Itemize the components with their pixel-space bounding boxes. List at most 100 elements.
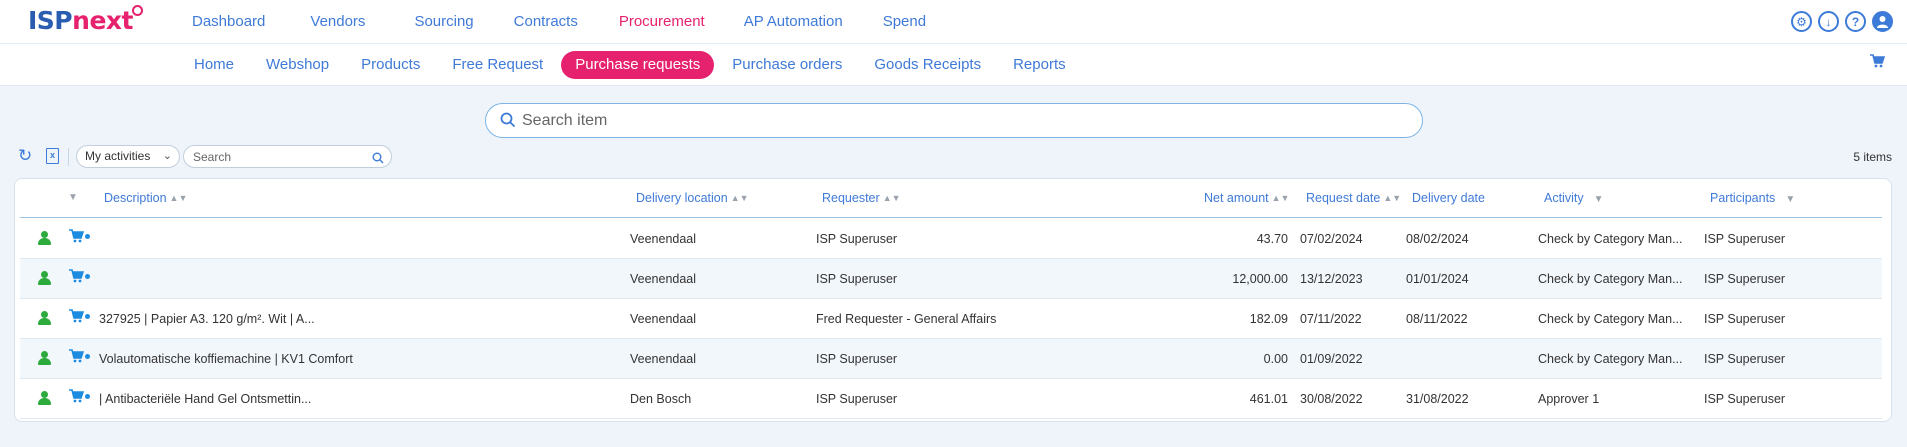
cell-participants: ISP Superuser: [1704, 392, 1786, 406]
subnav-purchase-requests[interactable]: Purchase requests: [561, 51, 715, 79]
cell-net-amount: 182.09: [1249, 312, 1288, 326]
subnav-home[interactable]: Home: [178, 51, 250, 79]
col-request-date-label: Request date: [1306, 191, 1381, 205]
filter-icon[interactable]: ▼: [1594, 194, 1604, 205]
table-row[interactable]: Veenendaal ISP Superuser 12,000.00 13/12/20…: [20, 259, 1882, 299]
ispnext-logo[interactable]: ISPnext: [28, 5, 143, 40]
excel-export-icon[interactable]: x: [46, 148, 59, 164]
requester-status-icon: [38, 391, 51, 405]
cell-delivery-date: 31/08/2022: [1406, 392, 1469, 406]
search-icon[interactable]: [372, 151, 384, 169]
cell-activity: Check by Category Man...: [1538, 232, 1683, 246]
user-icon[interactable]: [1872, 11, 1893, 32]
subnav-goods-receipts[interactable]: Goods Receipts: [858, 51, 997, 79]
cart-icon[interactable]: [69, 309, 90, 326]
logo-text-isp: ISP: [28, 6, 73, 35]
mainnav-procurement[interactable]: Procurement: [619, 13, 705, 30]
list-toolbar: ↻ x My activities ⌄ Search 5 items: [15, 145, 1892, 169]
download-icon[interactable]: ↓: [1818, 11, 1839, 32]
mainnav-spend[interactable]: Spend: [883, 13, 926, 30]
subnav-free-request[interactable]: Free Request: [436, 51, 559, 79]
cell-description: Volautomatische koffiemachine | KV1 Comf…: [99, 352, 353, 366]
top-icons: ⚙ ↓ ?: [1791, 11, 1893, 32]
item-count: 5 items: [1853, 150, 1892, 164]
sort-icon: ▲▼: [169, 193, 188, 203]
table-row[interactable]: Volautomatische koffiemachine | KV1 Comf…: [20, 339, 1882, 379]
requester-status-icon: [38, 231, 51, 245]
col-net-amount-label: Net amount: [1204, 191, 1269, 205]
search-icon: [500, 112, 516, 133]
col-delivery-date-label: Delivery date: [1412, 191, 1485, 205]
subnav-reports[interactable]: Reports: [997, 51, 1082, 79]
cell-net-amount: 0.00: [1263, 352, 1288, 366]
chevron-down-icon: ⌄: [162, 150, 172, 162]
cell-request-date: 01/09/2022: [1300, 352, 1363, 366]
mainnav-sourcing[interactable]: Sourcing: [414, 13, 473, 30]
cell-delivery-location: Veenendaal: [630, 272, 697, 286]
subnav-purchase-orders[interactable]: Purchase orders: [716, 51, 858, 79]
cell-participants: ISP Superuser: [1704, 352, 1786, 366]
cell-participants: ISP Superuser: [1704, 272, 1786, 286]
mainnav-ap-automation[interactable]: AP Automation: [744, 13, 843, 30]
col-activity[interactable]: Activity ▼: [1544, 191, 1604, 205]
toolbar-divider: [68, 148, 69, 166]
filter-icon[interactable]: ▼: [68, 189, 78, 203]
col-delivery-date[interactable]: Delivery date: [1412, 191, 1485, 205]
col-delivery-location[interactable]: Delivery location ▲▼: [636, 191, 749, 205]
activity-filter-value: My activities: [85, 149, 151, 163]
list-search-placeholder: Search: [193, 150, 232, 164]
logo-heart-icon: [132, 5, 143, 16]
mainnav-contracts[interactable]: Contracts: [514, 13, 578, 30]
cell-net-amount: 461.01: [1249, 392, 1288, 406]
cell-delivery-date: 01/01/2024: [1406, 272, 1469, 286]
filter-icon[interactable]: ▼: [1785, 194, 1795, 205]
settings-icon[interactable]: ⚙: [1791, 11, 1812, 32]
help-icon[interactable]: ?: [1845, 11, 1866, 32]
table-row[interactable]: 327925 | Papier A3. 120 g/m². Wit | A...…: [20, 299, 1882, 339]
purchase-requests-table: ▼ Description ▲▼ Delivery location ▲▼ Requ…: [14, 178, 1892, 422]
mainnav-vendors[interactable]: Vendors: [310, 13, 365, 30]
col-description[interactable]: Description ▲▼: [104, 191, 187, 205]
subnav-webshop[interactable]: Webshop: [250, 51, 345, 79]
col-description-label: Description: [104, 191, 167, 205]
cart-icon[interactable]: [69, 389, 90, 406]
cell-net-amount: 12,000.00: [1232, 272, 1288, 286]
cell-description: | Antibacteriële Hand Gel Ontsmettin...: [99, 392, 312, 406]
cell-activity: Check by Category Man...: [1538, 272, 1683, 286]
requester-status-icon: [38, 311, 51, 325]
cell-activity: Check by Category Man...: [1538, 352, 1683, 366]
cart-icon[interactable]: [69, 269, 90, 286]
col-net-amount[interactable]: Net amount ▲▼: [1204, 191, 1289, 205]
mainnav-dashboard[interactable]: Dashboard: [192, 13, 265, 30]
subnav-products[interactable]: Products: [345, 51, 436, 79]
col-requester[interactable]: Requester ▲▼: [822, 191, 901, 205]
requester-status-icon: [38, 351, 51, 365]
activity-filter-dropdown[interactable]: My activities ⌄: [76, 145, 180, 168]
refresh-icon[interactable]: ↻: [18, 147, 32, 165]
item-search-bar[interactable]: Search item: [485, 103, 1423, 138]
cart-icon[interactable]: [1870, 54, 1886, 72]
cell-requester: ISP Superuser: [816, 232, 898, 246]
cell-requester: ISP Superuser: [816, 392, 898, 406]
cell-description: 327925 | Papier A3. 120 g/m². Wit | A...: [99, 312, 315, 326]
table-row[interactable]: | Antibacteriële Hand Gel Ontsmettin... D…: [20, 379, 1882, 419]
cell-requester: ISP Superuser: [816, 272, 898, 286]
cart-icon[interactable]: [69, 229, 90, 246]
sub-nav: Home Webshop Products Free Request Purch…: [178, 51, 1082, 79]
list-search-input[interactable]: Search: [183, 145, 392, 168]
cell-activity: Approver 1: [1538, 392, 1600, 406]
col-request-date[interactable]: Request date ▲▼: [1306, 191, 1401, 205]
cell-request-date: 30/08/2022: [1300, 392, 1363, 406]
sort-icon: ▲▼: [882, 193, 901, 203]
table-row[interactable]: Veenendaal ISP Superuser 43.70 07/02/2024 08…: [20, 219, 1882, 259]
sort-icon: ▲▼: [1271, 193, 1290, 203]
cart-icon[interactable]: [69, 349, 90, 366]
col-participants-label: Participants: [1710, 191, 1776, 205]
cell-request-date: 07/11/2022: [1300, 312, 1362, 326]
col-delivery-location-label: Delivery location: [636, 191, 728, 205]
cell-activity: Check by Category Man...: [1538, 312, 1683, 326]
cell-requester: Fred Requester - General Affairs: [816, 312, 997, 326]
cell-participants: ISP Superuser: [1704, 232, 1786, 246]
requester-status-icon: [38, 271, 51, 285]
col-participants[interactable]: Participants ▼: [1710, 191, 1795, 205]
